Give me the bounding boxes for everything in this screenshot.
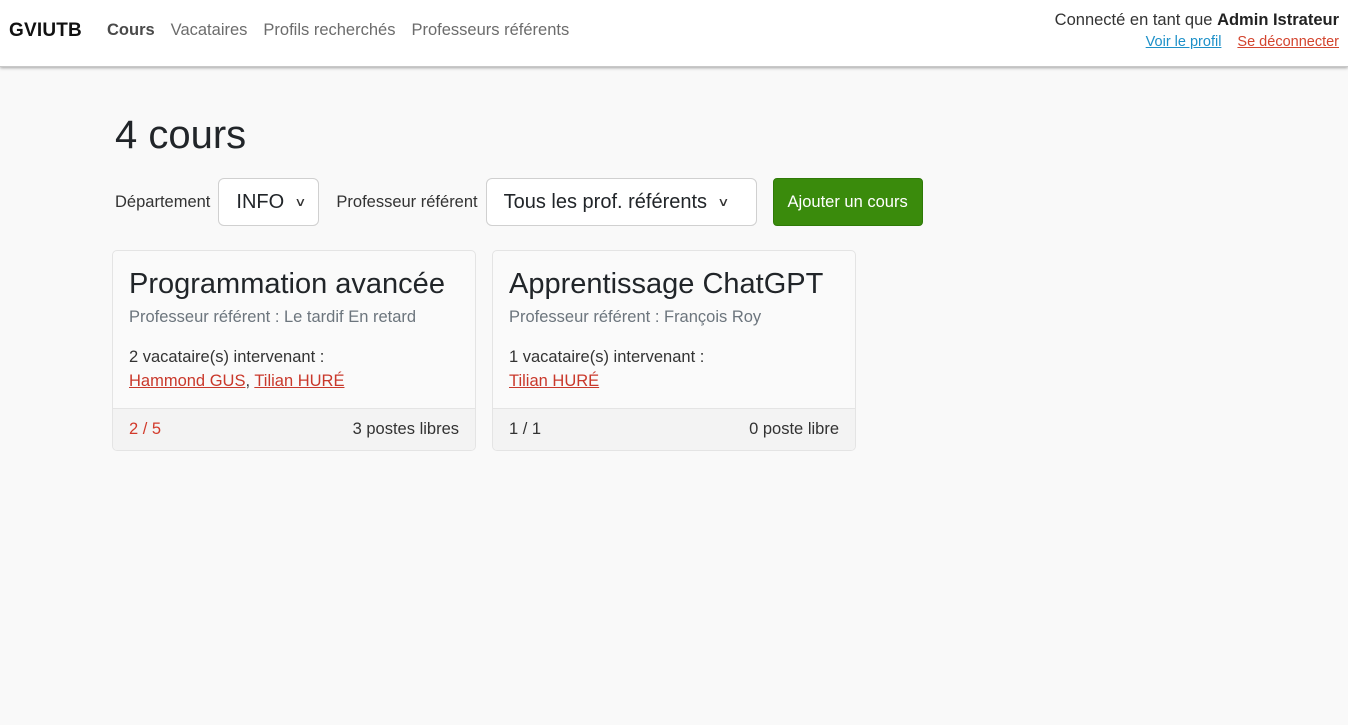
- vacataires-list: Hammond GUS, Tilian HURÉ: [129, 372, 344, 391]
- free-positions: 0 poste libre: [749, 420, 839, 438]
- card-footer: 2 / 5 3 postes libres: [113, 408, 475, 450]
- vacataires-count: 2 vacataire(s) intervenant :: [129, 348, 325, 366]
- professor-select-value: Tous les prof. référents: [503, 190, 708, 213]
- top-navbar: GVIUTB Cours Vacataires Profils recherch…: [0, 0, 1348, 67]
- filled-ratio: 2 / 5: [129, 420, 162, 438]
- user-info: Connecté en tant que Admin Istrateur Voi…: [1055, 11, 1339, 50]
- list-separator: ,: [245, 372, 255, 390]
- page-title: 4 cours: [115, 113, 247, 157]
- vacataires-list: Tilian HURÉ: [509, 372, 599, 391]
- brand-logo[interactable]: GVIUTB: [9, 20, 82, 42]
- nav-link-vacataires[interactable]: Vacataires: [171, 21, 248, 40]
- course-professor: Professeur référent : François Roy: [509, 308, 762, 326]
- connected-as-text: Connecté en tant que Admin Istrateur: [1055, 11, 1339, 30]
- course-title[interactable]: Apprentissage ChatGPT: [509, 268, 823, 301]
- course-card[interactable]: Programmation avancée Professeur référen…: [112, 250, 476, 451]
- course-title[interactable]: Programmation avancée: [129, 268, 445, 301]
- main-nav: Cours Vacataires Profils recherchés Prof…: [107, 21, 569, 40]
- vacataire-link[interactable]: Hammond GUS: [129, 372, 245, 390]
- department-select[interactable]: INFO ∨: [218, 178, 320, 226]
- department-label: Département: [115, 192, 211, 211]
- connected-as-prefix: Connecté en tant que: [1054, 11, 1213, 29]
- filters-bar: Département INFO ∨ Professeur référent T…: [115, 178, 923, 226]
- professor-select[interactable]: Tous les prof. référents ∨: [485, 178, 757, 226]
- user-name: Admin Istrateur: [1217, 11, 1339, 29]
- vacataire-link[interactable]: Tilian HURÉ: [509, 372, 599, 390]
- nav-link-professeurs-referents[interactable]: Professeurs référents: [411, 21, 569, 40]
- logout-link[interactable]: Se déconnecter: [1237, 34, 1339, 50]
- vacataire-link[interactable]: Tilian HURÉ: [254, 372, 344, 390]
- course-card[interactable]: Apprentissage ChatGPT Professeur référen…: [492, 250, 856, 451]
- nav-link-cours[interactable]: Cours: [107, 21, 155, 40]
- free-positions: 3 postes libres: [352, 420, 459, 438]
- course-professor: Professeur référent : Le tardif En retar…: [129, 308, 417, 326]
- filled-ratio: 1 / 1: [509, 420, 542, 438]
- chevron-down-icon: ∨: [717, 195, 730, 209]
- nav-link-profils-recherches[interactable]: Profils recherchés: [263, 21, 395, 40]
- view-profile-link[interactable]: Voir le profil: [1146, 34, 1222, 50]
- user-links: Voir le profil Se déconnecter: [1055, 34, 1339, 50]
- professor-label: Professeur référent: [336, 192, 478, 211]
- add-course-button[interactable]: Ajouter un cours: [772, 178, 923, 226]
- vacataires-count: 1 vacataire(s) intervenant :: [509, 348, 705, 366]
- department-select-value: INFO: [236, 190, 285, 213]
- chevron-down-icon: ∨: [294, 195, 307, 209]
- card-footer: 1 / 1 0 poste libre: [493, 408, 855, 450]
